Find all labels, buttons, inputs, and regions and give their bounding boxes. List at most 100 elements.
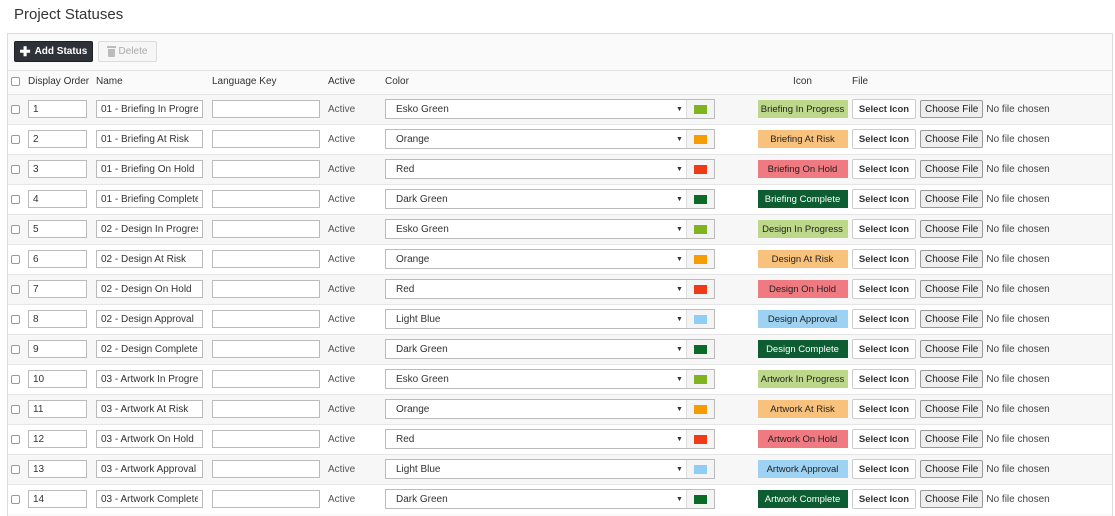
name-input[interactable] <box>96 100 203 118</box>
language-key-input[interactable] <box>212 340 320 358</box>
color-select[interactable]: Esko Green ▼ <box>385 369 715 389</box>
choose-file-button[interactable]: Choose File <box>920 280 984 298</box>
select-icon-button[interactable]: Select Icon <box>852 339 916 359</box>
row-checkbox[interactable] <box>11 194 20 204</box>
choose-file-button[interactable]: Choose File <box>920 250 984 268</box>
choose-file-button[interactable]: Choose File <box>920 430 984 448</box>
select-icon-button[interactable]: Select Icon <box>852 159 916 179</box>
name-input[interactable] <box>96 130 203 148</box>
select-icon-button[interactable]: Select Icon <box>852 459 916 479</box>
display-order-input[interactable] <box>28 340 87 358</box>
display-order-input[interactable] <box>28 490 87 509</box>
row-checkbox[interactable] <box>11 254 20 264</box>
row-checkbox[interactable] <box>11 314 20 324</box>
language-key-input[interactable] <box>212 430 320 448</box>
color-select[interactable]: Esko Green ▼ <box>385 99 715 119</box>
choose-file-button[interactable]: Choose File <box>920 220 984 238</box>
display-order-input[interactable] <box>28 160 87 178</box>
select-icon-button[interactable]: Select Icon <box>852 189 916 209</box>
display-order-input[interactable] <box>28 370 87 388</box>
language-key-input[interactable] <box>212 190 320 208</box>
select-icon-button[interactable]: Select Icon <box>852 429 916 449</box>
select-icon-button[interactable]: Select Icon <box>852 399 916 419</box>
choose-file-button[interactable]: Choose File <box>920 370 984 388</box>
delete-button[interactable]: Delete <box>98 41 157 62</box>
color-select[interactable]: Dark Green ▼ <box>385 189 715 209</box>
choose-file-button[interactable]: Choose File <box>920 340 984 358</box>
display-order-input[interactable] <box>28 130 87 148</box>
language-key-input[interactable] <box>212 220 320 238</box>
select-icon-button[interactable]: Select Icon <box>852 129 916 149</box>
display-order-input[interactable] <box>28 280 87 298</box>
color-select[interactable]: Light Blue ▼ <box>385 459 715 479</box>
choose-file-button[interactable]: Choose File <box>920 400 984 418</box>
color-select[interactable]: Red ▼ <box>385 159 715 179</box>
language-key-input[interactable] <box>212 130 320 148</box>
row-checkbox[interactable] <box>11 104 20 114</box>
select-icon-button[interactable]: Select Icon <box>852 99 916 119</box>
name-input[interactable] <box>96 340 203 358</box>
name-input[interactable] <box>96 370 203 388</box>
choose-file-button[interactable]: Choose File <box>920 460 984 478</box>
color-select[interactable]: Red ▼ <box>385 429 715 449</box>
color-select[interactable]: Dark Green ▼ <box>385 339 715 359</box>
color-select[interactable]: Orange ▼ <box>385 129 715 149</box>
select-icon-button[interactable]: Select Icon <box>852 279 916 299</box>
choose-file-button[interactable]: Choose File <box>920 490 984 509</box>
row-checkbox[interactable] <box>11 344 20 354</box>
color-select[interactable]: Esko Green ▼ <box>385 219 715 239</box>
row-checkbox[interactable] <box>11 494 20 504</box>
color-select[interactable]: Orange ▼ <box>385 399 715 419</box>
name-input[interactable] <box>96 400 203 418</box>
name-input[interactable] <box>96 460 203 478</box>
row-checkbox[interactable] <box>11 464 20 474</box>
display-order-input[interactable] <box>28 100 87 118</box>
language-key-input[interactable] <box>212 310 320 328</box>
language-key-input[interactable] <box>212 280 320 298</box>
display-order-input[interactable] <box>28 190 87 208</box>
color-select[interactable]: Red ▼ <box>385 279 715 299</box>
language-key-input[interactable] <box>212 160 320 178</box>
color-select[interactable]: Dark Green ▼ <box>385 489 715 510</box>
display-order-input[interactable] <box>28 220 87 238</box>
choose-file-button[interactable]: Choose File <box>920 160 984 178</box>
color-select[interactable]: Orange ▼ <box>385 249 715 269</box>
language-key-input[interactable] <box>212 400 320 418</box>
choose-file-button[interactable]: Choose File <box>920 190 984 208</box>
row-checkbox[interactable] <box>11 434 20 444</box>
language-key-input[interactable] <box>212 250 320 268</box>
name-input[interactable] <box>96 280 203 298</box>
select-icon-button[interactable]: Select Icon <box>852 369 916 389</box>
choose-file-button[interactable]: Choose File <box>920 130 984 148</box>
select-icon-button[interactable]: Select Icon <box>852 219 916 239</box>
name-input[interactable] <box>96 310 203 328</box>
select-all-checkbox[interactable] <box>11 77 20 87</box>
display-order-input[interactable] <box>28 430 87 448</box>
color-select[interactable]: Light Blue ▼ <box>385 309 715 329</box>
name-input[interactable] <box>96 190 203 208</box>
language-key-input[interactable] <box>212 490 320 509</box>
display-order-input[interactable] <box>28 400 87 418</box>
display-order-input[interactable] <box>28 460 87 478</box>
choose-file-button[interactable]: Choose File <box>920 100 984 118</box>
row-checkbox[interactable] <box>11 134 20 144</box>
name-input[interactable] <box>96 220 203 238</box>
row-checkbox[interactable] <box>11 224 20 234</box>
language-key-input[interactable] <box>212 100 320 118</box>
select-icon-button[interactable]: Select Icon <box>852 309 916 329</box>
display-order-input[interactable] <box>28 250 87 268</box>
select-icon-button[interactable]: Select Icon <box>852 249 916 269</box>
display-order-input[interactable] <box>28 310 87 328</box>
name-input[interactable] <box>96 250 203 268</box>
row-checkbox[interactable] <box>11 374 20 384</box>
name-input[interactable] <box>96 490 203 509</box>
row-checkbox[interactable] <box>11 164 20 174</box>
add-status-button[interactable]: ✚ Add Status <box>14 41 93 62</box>
select-icon-button[interactable]: Select Icon <box>852 489 916 510</box>
name-input[interactable] <box>96 430 203 448</box>
row-checkbox[interactable] <box>11 404 20 414</box>
choose-file-button[interactable]: Choose File <box>920 310 984 328</box>
name-input[interactable] <box>96 160 203 178</box>
language-key-input[interactable] <box>212 370 320 388</box>
language-key-input[interactable] <box>212 460 320 478</box>
